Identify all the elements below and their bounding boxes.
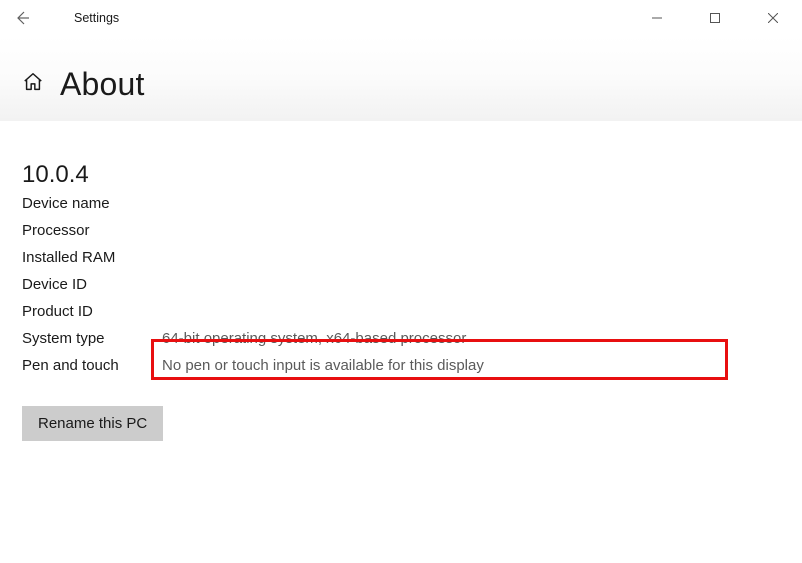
maximize-button[interactable] <box>686 0 744 36</box>
system-type-label: System type <box>22 330 162 347</box>
app-title: Settings <box>74 11 119 25</box>
rename-pc-button[interactable]: Rename this PC <box>22 406 163 441</box>
device-id-value <box>162 276 780 293</box>
back-arrow-icon <box>14 10 30 26</box>
pen-touch-value: No pen or touch input is available for t… <box>162 357 780 374</box>
titlebar: Settings <box>0 0 802 36</box>
device-name-value <box>162 195 780 212</box>
system-type-value: 64-bit operating system, x64-based proce… <box>162 330 780 347</box>
product-id-label: Product ID <box>22 303 162 320</box>
close-button[interactable] <box>744 0 802 36</box>
about-content: 10.0.4 Device name Processor Installed R… <box>0 161 802 441</box>
version-text: 10.0.4 <box>22 161 780 189</box>
pen-touch-label: Pen and touch <box>22 357 162 374</box>
processor-value <box>162 222 780 239</box>
window-controls <box>628 0 802 36</box>
close-icon <box>768 13 778 23</box>
installed-ram-value <box>162 249 780 266</box>
page-title: About <box>60 66 145 103</box>
back-button[interactable] <box>0 0 44 36</box>
home-icon[interactable] <box>22 71 44 98</box>
page-header: About <box>0 36 802 121</box>
device-specs: Device name Processor Installed RAM Devi… <box>22 195 780 374</box>
minimize-button[interactable] <box>628 0 686 36</box>
device-id-label: Device ID <box>22 276 162 293</box>
device-name-label: Device name <box>22 195 162 212</box>
installed-ram-label: Installed RAM <box>22 249 162 266</box>
processor-label: Processor <box>22 222 162 239</box>
product-id-value <box>162 303 780 320</box>
minimize-icon <box>652 13 662 23</box>
maximize-icon <box>710 13 720 23</box>
